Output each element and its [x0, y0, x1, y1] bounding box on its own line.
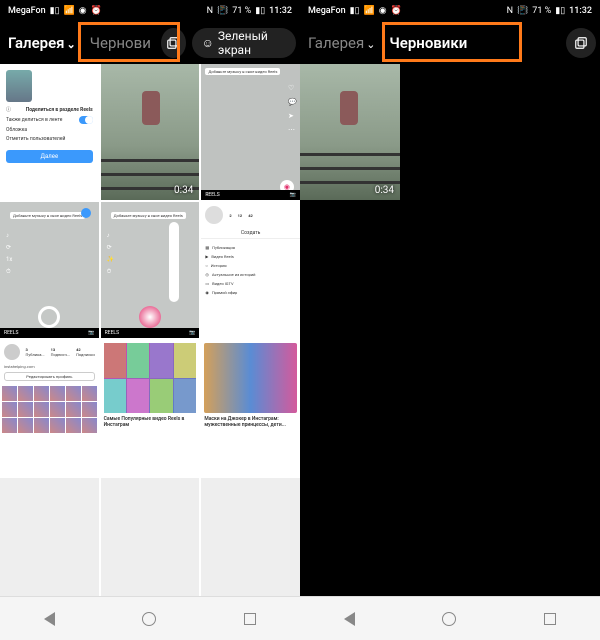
phone-left: MegaFon ▮▯ 📶 ◉ ⏰ N 📳 71 % ▮▯ 11:32 Галер… [0, 0, 300, 640]
vibrate-icon: 📳 [517, 6, 528, 16]
back-button[interactable] [44, 612, 55, 626]
gallery-item[interactable]: Добавьте музыку в свое видео Reels ♪⟳✨⏱ … [101, 202, 200, 338]
home-button[interactable] [442, 612, 456, 626]
vibrate-icon: 📳 [217, 6, 228, 16]
gallery-item[interactable]: Самые Популярные видео Reels в Инстаграм [101, 340, 200, 476]
recents-button[interactable] [544, 613, 556, 625]
chevron-down-icon: ⌄ [67, 38, 76, 51]
alarm-icon: ⏰ [91, 6, 102, 16]
home-button[interactable] [142, 612, 156, 626]
nfc-icon: N [507, 6, 513, 16]
battery-icon: ▮▯ [255, 6, 265, 16]
wifi-icon: ◉ [79, 6, 87, 16]
gallery-item[interactable]: 21242 Создать ▦ Публикация ▶ Видео Reels… [201, 202, 300, 338]
gallery-item[interactable]: Маски на Джокер в Инстаграм: мужественны… [201, 340, 300, 476]
tab-gallery[interactable]: Галерея⌄ [4, 30, 80, 56]
lte-icon: ▮▯ [50, 6, 60, 16]
gallery-item[interactable] [201, 478, 300, 596]
duration-label: 0:34 [375, 185, 394, 196]
lte-icon: ▮▯ [350, 6, 360, 16]
system-nav [300, 596, 600, 640]
person-icon: ☺ [202, 36, 214, 50]
alarm-icon: ⏰ [391, 6, 402, 16]
green-screen-button[interactable]: ☺ Зеленый экран [192, 28, 296, 58]
phone-right: MegaFon ▮▯ 📶 ◉ ⏰ N 📳 71 % ▮▯ 11:32 Галер… [300, 0, 600, 640]
gallery-grid[interactable]: ⓘПоделиться в разделе Reels Также делить… [0, 64, 300, 596]
picker-tabs: Галерея⌄ Чернови ☺ Зеленый экран [0, 22, 300, 64]
status-bar: MegaFon ▮▯ 📶 ◉ ⏰ N 📳 71 % ▮▯ 11:32 [0, 0, 300, 22]
carrier-label: MegaFon [8, 6, 46, 16]
gallery-item[interactable] [0, 478, 99, 596]
system-nav [0, 596, 300, 640]
multi-select-button[interactable] [161, 28, 186, 58]
clock: 11:32 [569, 6, 592, 16]
gallery-item[interactable]: 3Публика...13Подписч...42Подписки instah… [0, 340, 99, 476]
gallery-item[interactable]: ⓘПоделиться в разделе Reels Также делить… [0, 64, 99, 200]
signal-icon: 📶 [364, 6, 375, 16]
gallery-item[interactable]: 0:34 [101, 64, 200, 200]
back-button[interactable] [344, 612, 355, 626]
picker-tabs: Галерея⌄ Черновики [300, 22, 600, 64]
gallery-item[interactable]: Добавьте музыку в свое видео Reels ♡💬➤⋯ … [201, 64, 300, 200]
duration-label: 0:34 [174, 185, 193, 196]
wifi-icon: ◉ [379, 6, 387, 16]
carrier-label: MegaFon [308, 6, 346, 16]
gallery-item[interactable]: Добавьте музыку в свое видео Reels ♪⟳1x⏱… [0, 202, 99, 338]
recents-button[interactable] [244, 613, 256, 625]
tab-drafts[interactable]: Черновики [385, 30, 471, 56]
gallery-item[interactable] [101, 478, 200, 596]
battery-pct: 71 % [532, 6, 551, 16]
drafts-body: 0:34 [300, 64, 600, 596]
battery-icon: ▮▯ [555, 6, 565, 16]
status-bar: MegaFon ▮▯ 📶 ◉ ⏰ N 📳 71 % ▮▯ 11:32 [300, 0, 600, 22]
signal-icon: 📶 [64, 6, 75, 16]
battery-pct: 71 % [232, 6, 251, 16]
draft-item[interactable]: 0:34 [300, 64, 400, 200]
tab-gallery[interactable]: Галерея⌄ [304, 30, 379, 56]
chevron-down-icon: ⌄ [366, 38, 375, 51]
multi-select-button[interactable] [566, 28, 596, 58]
clock: 11:32 [269, 6, 292, 16]
tab-drafts[interactable]: Чернови [86, 30, 155, 56]
nfc-icon: N [207, 6, 213, 16]
